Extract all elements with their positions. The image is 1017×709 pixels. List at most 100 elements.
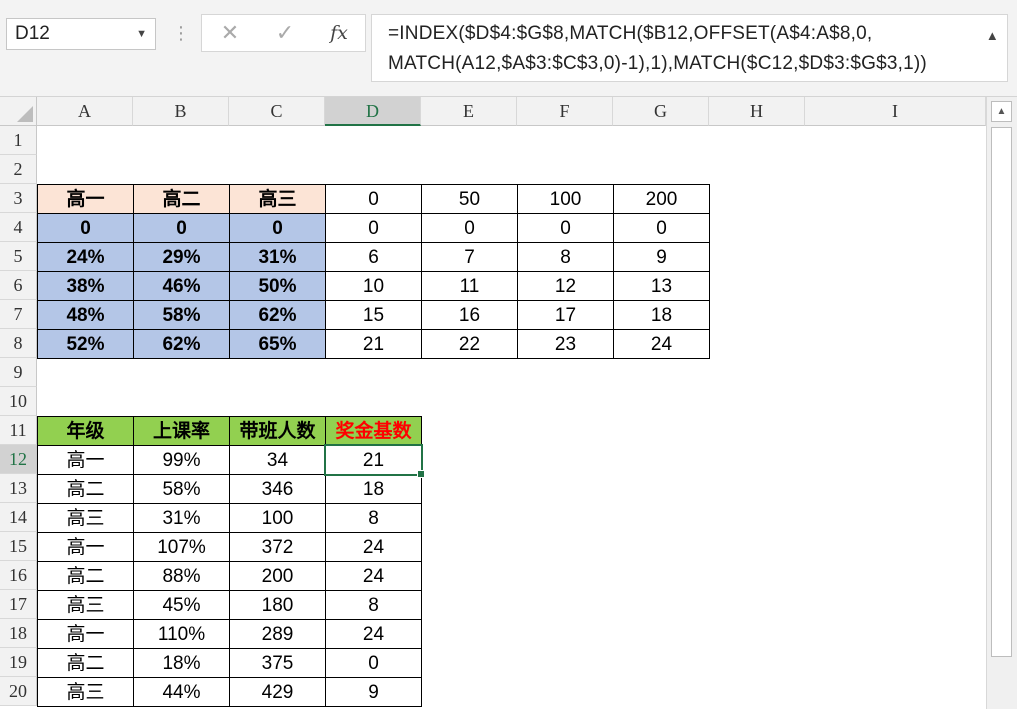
row-header-3[interactable]: 3 [0,184,37,213]
row-header-15[interactable]: 15 [0,532,37,561]
data-cell[interactable]: 高二 [37,648,134,678]
data-cell[interactable]: 289 [229,619,326,649]
column-header-i[interactable]: I [805,97,986,126]
lookup-header-cell[interactable]: 高一 [37,184,134,214]
lookup-cell[interactable]: 11 [421,271,518,301]
lookup-cell[interactable]: 38% [37,271,134,301]
data-cell[interactable]: 高一 [37,445,134,475]
scroll-up-arrow-icon[interactable]: ▲ [991,101,1012,122]
data-header-cell[interactable]: 上课率 [133,416,230,446]
data-cell[interactable]: 高一 [37,532,134,562]
data-cell[interactable]: 18 [325,474,422,504]
lookup-cell[interactable]: 0 [37,213,134,243]
row-header-8[interactable]: 8 [0,329,37,358]
lookup-cell[interactable]: 15 [325,300,422,330]
lookup-cell[interactable]: 17 [517,300,614,330]
lookup-cell[interactable]: 8 [517,242,614,272]
data-cell[interactable]: 8 [325,503,422,533]
row-header-9[interactable]: 9 [0,358,37,387]
row-header-16[interactable]: 16 [0,561,37,590]
lookup-cell[interactable]: 0 [229,213,326,243]
lookup-cell[interactable]: 7 [421,242,518,272]
data-cell[interactable]: 100 [229,503,326,533]
lookup-cell[interactable]: 52% [37,329,134,359]
lookup-cell[interactable]: 50% [229,271,326,301]
lookup-cell[interactable]: 0 [133,213,230,243]
data-cell[interactable]: 9 [325,677,422,707]
row-header-11[interactable]: 11 [0,416,37,445]
data-cell[interactable]: 24 [325,532,422,562]
row-header-19[interactable]: 19 [0,648,37,677]
lookup-cell[interactable]: 23 [517,329,614,359]
lookup-header-cell[interactable]: 100 [517,184,614,214]
column-header-d[interactable]: D [325,97,421,126]
lookup-header-cell[interactable]: 高二 [133,184,230,214]
data-cell[interactable]: 24 [325,619,422,649]
data-cell[interactable]: 372 [229,532,326,562]
data-cell[interactable]: 高三 [37,677,134,707]
lookup-cell[interactable]: 9 [613,242,710,272]
drag-handle-icon[interactable]: ⋮ [172,20,190,46]
row-header-17[interactable]: 17 [0,590,37,619]
row-header-4[interactable]: 4 [0,213,37,242]
data-cell[interactable]: 高二 [37,474,134,504]
data-cell[interactable]: 110% [133,619,230,649]
data-cell[interactable]: 高一 [37,619,134,649]
lookup-cell[interactable]: 0 [517,213,614,243]
lookup-cell[interactable]: 0 [613,213,710,243]
row-header-1[interactable]: 1 [0,126,37,155]
checkmark-icon[interactable]: ✓ [265,15,305,51]
data-cell[interactable]: 88% [133,561,230,591]
lookup-cell[interactable]: 24 [613,329,710,359]
lookup-header-cell[interactable]: 50 [421,184,518,214]
lookup-cell[interactable]: 18 [613,300,710,330]
lookup-cell[interactable]: 48% [37,300,134,330]
row-header-10[interactable]: 10 [0,387,37,416]
lookup-header-cell[interactable]: 200 [613,184,710,214]
vertical-scrollbar[interactable]: ▲ [986,97,1017,709]
data-cell[interactable]: 34 [229,445,326,475]
data-cell[interactable]: 18% [133,648,230,678]
fx-icon[interactable]: fx [319,15,359,51]
lookup-cell[interactable]: 58% [133,300,230,330]
collapse-formula-bar-icon[interactable]: ▲ [986,21,999,51]
data-cell[interactable]: 高三 [37,503,134,533]
lookup-cell[interactable]: 62% [133,329,230,359]
scrollbar-thumb[interactable] [991,127,1012,657]
data-cell[interactable]: 429 [229,677,326,707]
data-cell[interactable]: 107% [133,532,230,562]
lookup-cell[interactable]: 29% [133,242,230,272]
close-icon[interactable]: ✕ [210,15,250,51]
row-header-5[interactable]: 5 [0,242,37,271]
row-header-6[interactable]: 6 [0,271,37,300]
row-header-2[interactable]: 2 [0,155,37,184]
row-header-7[interactable]: 7 [0,300,37,329]
lookup-header-cell[interactable]: 高三 [229,184,326,214]
row-header-13[interactable]: 13 [0,474,37,503]
row-header-14[interactable]: 14 [0,503,37,532]
data-header-cell[interactable]: 奖金基数 [325,416,422,446]
column-header-f[interactable]: F [517,97,613,126]
lookup-cell[interactable]: 21 [325,329,422,359]
lookup-header-cell[interactable]: 0 [325,184,422,214]
data-cell[interactable]: 高三 [37,590,134,620]
row-header-18[interactable]: 18 [0,619,37,648]
lookup-cell[interactable]: 13 [613,271,710,301]
select-all-corner[interactable] [0,97,37,126]
name-box[interactable]: D12 ▼ [6,18,156,50]
row-header-12[interactable]: 12 [0,445,37,474]
column-header-h[interactable]: H [709,97,805,126]
lookup-cell[interactable]: 22 [421,329,518,359]
lookup-cell[interactable]: 46% [133,271,230,301]
data-cell[interactable]: 44% [133,677,230,707]
lookup-cell[interactable]: 24% [37,242,134,272]
lookup-cell[interactable]: 12 [517,271,614,301]
data-header-cell[interactable]: 年级 [37,416,134,446]
data-cell[interactable]: 31% [133,503,230,533]
lookup-cell[interactable]: 65% [229,329,326,359]
data-cell[interactable]: 45% [133,590,230,620]
data-cell[interactable]: 99% [133,445,230,475]
data-cell[interactable]: 200 [229,561,326,591]
data-cell[interactable]: 0 [325,648,422,678]
column-header-g[interactable]: G [613,97,709,126]
